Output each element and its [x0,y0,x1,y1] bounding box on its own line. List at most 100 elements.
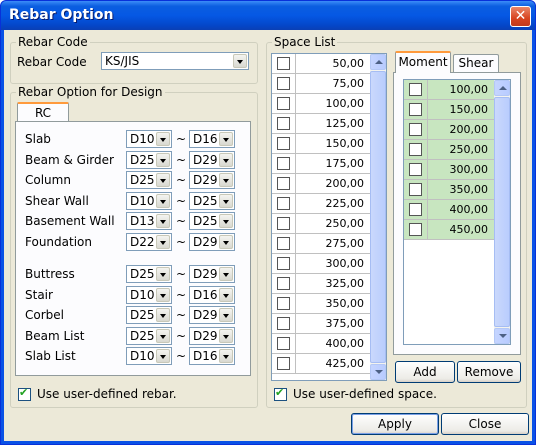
max-bar-select[interactable]: D29 [189,171,235,190]
list-item-checkbox[interactable] [277,257,290,270]
list-item[interactable]: 350,00 [272,294,370,314]
max-bar-select[interactable]: D16 [189,130,235,148]
list-item-checkbox[interactable] [277,357,290,370]
min-bar-select[interactable]: D25 [126,265,172,283]
list-item-value[interactable]: 350,00 [296,294,370,314]
min-bar-select[interactable]: D25 [126,326,172,345]
space-list[interactable]: 50,00 75,00 100,00 125,00 150,00 175,00 200,00… [271,53,387,381]
list-item-checkbox[interactable] [409,143,422,156]
list-item-checkbox[interactable] [277,197,290,210]
list-item-value[interactable]: 200,00 [428,120,494,140]
list-item[interactable]: 50,00 [272,54,370,74]
list-item-checkbox[interactable] [409,103,422,116]
list-item-checkbox[interactable] [277,77,290,90]
chevron-down-icon[interactable] [156,152,170,167]
list-item[interactable]: 275,00 [272,234,370,254]
max-bar-select[interactable]: D29 [189,265,235,283]
list-item[interactable]: 75,00 [272,74,370,94]
list-item[interactable]: 325,00 [272,274,370,294]
use-user-defined-rebar-checkbox[interactable] [18,386,31,401]
list-item[interactable]: 225,00 [272,194,370,214]
chevron-down-icon[interactable] [219,173,233,188]
apply-button[interactable]: Apply [351,413,439,435]
chevron-down-icon[interactable] [219,349,233,364]
list-item-value[interactable]: 375,00 [296,314,370,334]
list-item-checkbox[interactable] [277,177,290,190]
chevron-down-icon[interactable] [156,214,170,229]
chevron-down-icon[interactable] [219,193,233,208]
list-item-value[interactable]: 200,00 [296,174,370,194]
list-item-value[interactable]: 50,00 [296,54,370,74]
list-item[interactable]: 350,00 [404,180,494,200]
list-item-value[interactable]: 225,00 [296,194,370,214]
chevron-down-icon[interactable] [219,267,233,281]
chevron-down-icon[interactable] [156,328,170,343]
chevron-down-icon[interactable] [219,235,233,249]
chevron-down-icon[interactable] [219,132,233,146]
chevron-down-icon[interactable] [156,287,170,302]
list-item-checkbox[interactable] [409,123,422,136]
list-item-value[interactable]: 350,00 [428,180,494,200]
list-item-value[interactable]: 400,00 [296,334,370,354]
list-item-value[interactable]: 75,00 [296,74,370,94]
rebar-code-select[interactable]: KS/JIS [101,52,249,70]
min-bar-select[interactable]: D13 [126,212,172,231]
list-item-checkbox[interactable] [277,57,290,70]
min-bar-select[interactable]: D10 [126,191,172,210]
chevron-down-icon[interactable] [156,235,170,249]
tab-shear[interactable]: Shear [453,54,499,72]
list-item-checkbox[interactable] [277,117,290,130]
moment-list-scrollbar[interactable] [494,80,510,344]
list-item-checkbox[interactable] [409,83,422,96]
tab-rc[interactable]: RC [17,102,69,122]
chevron-down-icon[interactable] [156,193,170,208]
max-bar-select[interactable]: D29 [189,233,235,251]
chevron-down-icon[interactable] [156,173,170,188]
scroll-thumb[interactable] [370,71,386,363]
moment-list[interactable]: 100,00 150,00 200,00 250,00 300,00 350,00 400,… [403,79,511,345]
list-item-checkbox[interactable] [277,317,290,330]
list-item[interactable]: 300,00 [404,160,494,180]
list-item-checkbox[interactable] [409,183,422,196]
scroll-up-icon[interactable] [494,80,510,96]
list-item-value[interactable]: 150,00 [296,134,370,154]
list-item-value[interactable]: 400,00 [428,200,494,220]
list-item-checkbox[interactable] [277,297,290,310]
list-item[interactable]: 100,00 [272,94,370,114]
list-item-value[interactable]: 275,00 [296,234,370,254]
list-item-checkbox[interactable] [409,163,422,176]
add-space-button[interactable]: Add [395,361,455,383]
remove-space-button[interactable]: Remove [457,361,521,383]
max-bar-select[interactable]: D16 [189,285,235,304]
list-item[interactable]: 450,00 [404,220,494,240]
scroll-down-icon[interactable] [370,364,386,380]
scroll-thumb[interactable] [494,97,510,327]
list-item[interactable]: 175,00 [272,154,370,174]
chevron-down-icon[interactable] [156,267,170,281]
list-item[interactable]: 150,00 [404,100,494,120]
list-item-checkbox[interactable] [277,277,290,290]
chevron-down-icon[interactable] [219,328,233,343]
list-item-value[interactable]: 175,00 [296,154,370,174]
chevron-down-icon[interactable] [233,54,247,68]
list-item[interactable]: 300,00 [272,254,370,274]
list-item-value[interactable]: 250,00 [296,214,370,234]
list-item-value[interactable]: 425,00 [296,354,370,374]
list-item-value[interactable]: 125,00 [296,114,370,134]
list-item[interactable]: 425,00 [272,354,370,374]
title-bar[interactable]: Rebar Option ✕ [1,1,535,30]
list-item-checkbox[interactable] [277,337,290,350]
min-bar-select[interactable]: D25 [126,150,172,169]
list-item[interactable]: 200,00 [404,120,494,140]
max-bar-select[interactable]: D29 [189,326,235,345]
list-item[interactable]: 150,00 [272,134,370,154]
min-bar-select[interactable]: D22 [126,233,172,251]
list-item-value[interactable]: 325,00 [296,274,370,294]
chevron-down-icon[interactable] [219,308,233,323]
list-item-checkbox[interactable] [277,157,290,170]
min-bar-select[interactable]: D25 [126,171,172,190]
close-button[interactable]: Close [441,413,529,435]
use-user-defined-space-checkbox[interactable] [274,386,287,401]
list-item[interactable]: 100,00 [404,80,494,100]
chevron-down-icon[interactable] [156,132,170,146]
